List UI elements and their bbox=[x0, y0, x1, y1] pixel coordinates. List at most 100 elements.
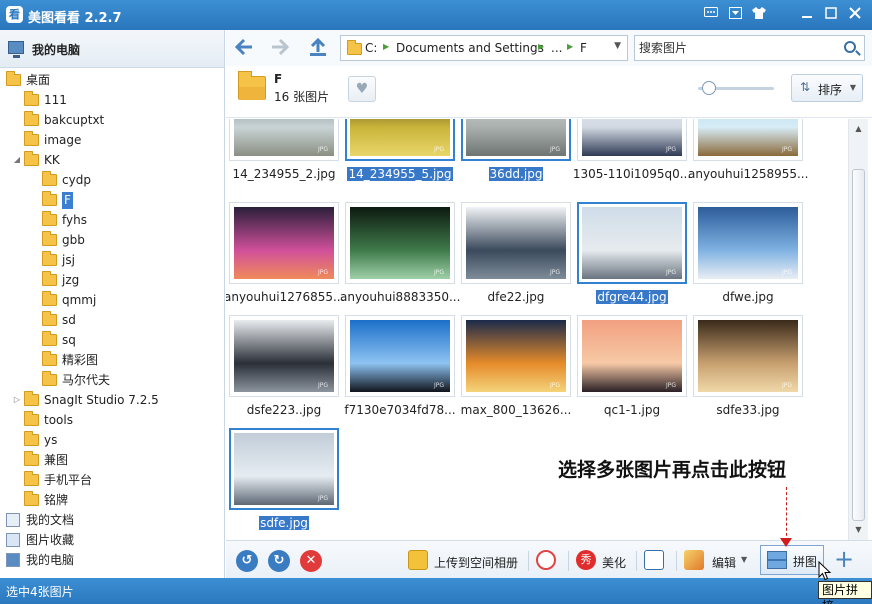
folder-icon bbox=[24, 411, 39, 426]
tree-item-label: 111 bbox=[44, 93, 67, 107]
file-name: max_800_13626... bbox=[460, 403, 572, 417]
tree-item[interactable]: F bbox=[0, 190, 224, 210]
tree-item[interactable]: bakcuptxt bbox=[0, 110, 224, 130]
collage-button[interactable]: 拼图 bbox=[760, 545, 824, 575]
upload-album-button[interactable]: 上传到空间相册 bbox=[408, 541, 522, 579]
tree-item[interactable]: jsj bbox=[0, 250, 224, 270]
tree-item-label: 图片收藏 bbox=[26, 533, 75, 547]
folder-name: F bbox=[274, 72, 283, 86]
rotate-right-icon[interactable]: ↻ bbox=[268, 550, 290, 572]
jpg-badge-icon: JPG bbox=[549, 269, 560, 276]
tree-item[interactable]: gbb bbox=[0, 230, 224, 250]
slideshow-button[interactable] bbox=[644, 541, 668, 579]
tree-item[interactable]: tools bbox=[0, 410, 224, 430]
back-arrow-icon[interactable] bbox=[232, 36, 256, 60]
breadcrumb-drive[interactable]: C: bbox=[365, 41, 377, 55]
collage-icon bbox=[767, 551, 787, 569]
thumbnail-caption: 1305-110i1095q0... bbox=[571, 167, 693, 181]
weibo-icon bbox=[536, 550, 556, 570]
photo-image: JPG bbox=[350, 119, 450, 156]
search-input[interactable] bbox=[639, 39, 834, 57]
tree-item[interactable]: ▷ SnagIt Studio 7.2.5 bbox=[0, 390, 224, 410]
file-name: sdfe33.jpg bbox=[716, 403, 780, 417]
chevron-down-icon: ▼ bbox=[849, 83, 856, 92]
menu-icon[interactable] bbox=[726, 6, 744, 24]
thumbnail-caption: max_800_13626... bbox=[455, 403, 577, 417]
sort-button[interactable]: ⇅ 排序 ▼ bbox=[791, 74, 863, 102]
tree-item[interactable]: ys bbox=[0, 430, 224, 450]
folder-icon bbox=[42, 191, 57, 206]
add-icon[interactable]: + bbox=[834, 547, 854, 571]
collapse-arrow-icon[interactable]: ▷ bbox=[12, 390, 22, 410]
feedback-icon[interactable] bbox=[702, 6, 720, 24]
breadcrumb-ellipsis[interactable]: ... bbox=[551, 41, 562, 55]
tree-item-label: KK bbox=[44, 153, 60, 167]
tree-item[interactable]: 我的文档 bbox=[0, 510, 224, 530]
search-icon[interactable] bbox=[844, 41, 856, 53]
sidebar-header[interactable]: 我的电脑 bbox=[0, 30, 224, 68]
tree-item[interactable]: 马尔代夫 bbox=[0, 370, 224, 390]
sidebar: 我的电脑 桌面 111 bakcuptxt image ◢ KK cydp Ffyhs gbb j… bbox=[0, 30, 225, 578]
weibo-share-button[interactable] bbox=[536, 541, 560, 579]
status-bar: 选中4张图片 bbox=[0, 578, 872, 604]
tree-item-label: 我的文档 bbox=[26, 513, 75, 527]
tree-item[interactable]: sq bbox=[0, 330, 224, 350]
beautify-label: 美化 bbox=[602, 556, 627, 570]
scrollbar-thumb[interactable] bbox=[852, 169, 865, 521]
scroll-down-icon[interactable]: ▼ bbox=[849, 522, 868, 538]
computer-icon bbox=[6, 553, 20, 567]
delete-icon[interactable]: ✕ bbox=[300, 550, 322, 572]
tree-item[interactable]: 我的电脑 bbox=[0, 550, 224, 570]
folder-icon bbox=[24, 431, 39, 446]
tree-item[interactable]: 111 bbox=[0, 90, 224, 110]
scroll-up-icon[interactable]: ▲ bbox=[849, 121, 868, 137]
thumbnail-frame: JPG bbox=[345, 202, 455, 284]
thumbnail-caption: dfwe.jpg bbox=[687, 290, 809, 304]
chevron-down-icon[interactable]: ▼ bbox=[741, 555, 747, 564]
tree-item[interactable]: 桌面 bbox=[0, 70, 224, 90]
favorite-heart-icon[interactable]: ♥ bbox=[348, 76, 376, 102]
tree-item[interactable]: ◢ KK bbox=[0, 150, 224, 170]
pictures-icon bbox=[6, 533, 20, 547]
tree-item-label: 桌面 bbox=[26, 73, 51, 87]
tree-item-label: tools bbox=[44, 413, 73, 427]
tree-item-label: 精彩图 bbox=[62, 353, 99, 367]
zoom-slider-handle[interactable] bbox=[702, 81, 717, 95]
breadcrumb-current[interactable]: F bbox=[580, 41, 587, 55]
tree-item[interactable]: fyhs bbox=[0, 210, 224, 230]
close-icon[interactable] bbox=[846, 6, 864, 24]
chevron-down-icon[interactable]: ▼ bbox=[614, 41, 621, 51]
thumbnail-caption: 36dd.jpg bbox=[455, 167, 577, 181]
folder-icon bbox=[42, 231, 57, 246]
tree-item[interactable]: 图片收藏 bbox=[0, 530, 224, 550]
forward-arrow-icon[interactable] bbox=[268, 36, 292, 60]
file-name: dfgre44.jpg bbox=[596, 290, 668, 304]
tree-item[interactable]: 精彩图 bbox=[0, 350, 224, 370]
tree-item[interactable]: image bbox=[0, 130, 224, 150]
vertical-scrollbar[interactable]: ▲ ▼ bbox=[848, 119, 868, 540]
toolbar: C: ▶ Documents and Settings ▶ ... ▶ F ▼ bbox=[226, 30, 872, 66]
maximize-icon[interactable] bbox=[822, 6, 840, 24]
skin-shirt-icon[interactable] bbox=[750, 6, 768, 24]
image-count: 16 张图片 bbox=[274, 90, 330, 104]
tree-item[interactable]: sd bbox=[0, 310, 224, 330]
photo-image: JPG bbox=[350, 320, 450, 392]
up-folder-icon[interactable] bbox=[306, 36, 330, 60]
tree-item-label: ys bbox=[44, 433, 58, 447]
edit-button[interactable]: 编辑 ▼ bbox=[684, 541, 750, 579]
breadcrumb-separator-icon: ▶ bbox=[538, 42, 545, 51]
sort-arrows-icon: ⇅ bbox=[800, 80, 811, 94]
tree-item[interactable]: 兼图 bbox=[0, 450, 224, 470]
breadcrumb-documents[interactable]: Documents and Settings bbox=[396, 41, 544, 55]
minimize-icon[interactable] bbox=[798, 6, 816, 24]
address-bar[interactable]: C: ▶ Documents and Settings ▶ ... ▶ F ▼ bbox=[340, 35, 628, 61]
rotate-left-icon[interactable]: ↺ bbox=[236, 550, 258, 572]
tree-item[interactable]: jzg bbox=[0, 270, 224, 290]
tree-item[interactable]: qmmj bbox=[0, 290, 224, 310]
tree-item[interactable]: 手机平台 bbox=[0, 470, 224, 490]
tree-item[interactable]: 铭牌 bbox=[0, 490, 224, 510]
tree-item[interactable]: cydp bbox=[0, 170, 224, 190]
tree-item-label: sd bbox=[62, 313, 76, 327]
beautify-button[interactable]: 秀 美化 bbox=[576, 541, 632, 579]
expand-arrow-icon[interactable]: ◢ bbox=[12, 150, 22, 170]
